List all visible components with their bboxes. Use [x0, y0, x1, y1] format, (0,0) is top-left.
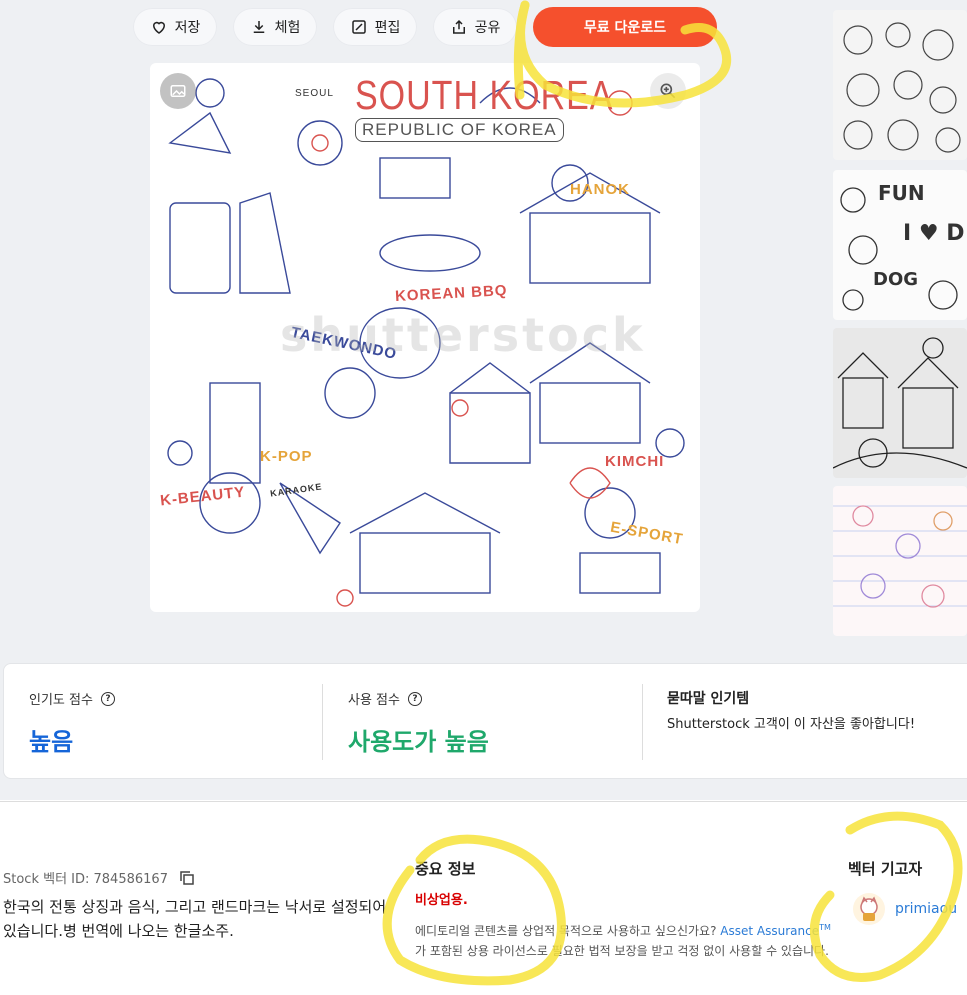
important-info-body: 에디토리얼 콘텐츠를 상업적 목적으로 사용하고 싶으신가요? Asset As… [415, 918, 835, 961]
contributor-title: 벡터 기고자 [848, 860, 923, 878]
main-asset-image[interactable]: SOUTH KOREA REPUBLIC OF KOREA SEOUL HANO… [150, 63, 700, 612]
svg-text:FUN: FUN [878, 181, 925, 205]
info-text-2: 가 포함된 상용 라이선스로 필요한 법적 보장을 받고 걱정 없이 사용할 수… [415, 944, 829, 958]
thumbnail-houses[interactable] [833, 328, 967, 478]
asset-stats-panel: 인기도 점수 ? 높음 사용 점수 ? 사용도가 높음 묻따말 인기템 Shut… [3, 663, 967, 779]
edit-label: 편집 [374, 20, 401, 36]
usage-value: 사용도가 높음 [348, 728, 489, 756]
info-text-1: 에디토리얼 콘텐츠를 상업적 목적으로 사용하고 싶으신가요? [415, 924, 721, 938]
trending-title: 묻따말 인기템 [667, 691, 750, 707]
usage-label-text: 사용 점수 [348, 693, 400, 708]
label-kimchi: KIMCHI [605, 453, 665, 470]
try-button[interactable]: 체험 [233, 8, 317, 46]
share-label: 공유 [474, 20, 501, 36]
trending-description: Shutterstock 고객이 이 자산을 좋아합니다! [667, 717, 916, 732]
label-kpop: K-POP [260, 448, 313, 465]
popularity-value: 높음 [29, 728, 74, 756]
popularity-label-text: 인기도 점수 [29, 693, 93, 708]
thumbnail-owls-art [843, 22, 961, 153]
divider [642, 684, 643, 760]
label-seoul: SEOUL [295, 88, 334, 99]
thumbnail-kids-paper[interactable] [833, 486, 967, 636]
asset-assurance-link[interactable]: Asset Assurance [720, 924, 819, 938]
svg-text:DOG: DOG [873, 269, 918, 290]
important-info-title: 중요 정보 [415, 860, 476, 878]
thumbnail-houses-art [833, 337, 967, 469]
try-label: 체험 [274, 20, 301, 36]
thumbnail-owls[interactable] [833, 10, 967, 160]
free-download-button[interactable]: 무료 다운로드 [533, 7, 717, 47]
share-button[interactable]: 공유 [433, 8, 517, 46]
section-divider [0, 801, 967, 802]
thumbnail-kids-art [833, 505, 967, 608]
share-icon [452, 19, 465, 34]
asset-description: 한국의 전통 상징과 음식, 그리고 랜드마크는 낙서로 설정되어 있습니다.병… [3, 898, 387, 940]
contributor[interactable]: primiaou [853, 893, 957, 925]
save-button[interactable]: 저장 [133, 8, 217, 46]
copy-icon[interactable] [178, 869, 196, 887]
edit-icon [351, 20, 366, 34]
avatar[interactable] [853, 893, 885, 925]
stock-id-text: Stock 벡터 ID: 784586167 [3, 872, 168, 887]
heart-icon [152, 21, 165, 34]
image-icon[interactable] [160, 73, 196, 109]
edit-button[interactable]: 편집 [333, 8, 417, 46]
zoom-icon[interactable] [650, 73, 686, 109]
thumbnail-fun-dogs[interactable]: FUN I ♥ D DOG [833, 170, 967, 320]
illustration-subtitle: REPUBLIC OF KOREA [355, 118, 564, 142]
contributor-name[interactable]: primiaou [895, 901, 957, 917]
thumbnail-dogs-art: FUN I ♥ D DOG [840, 181, 965, 311]
illustration-title: SOUTH KOREA [355, 73, 614, 119]
stock-id: Stock 벡터 ID: 784586167 [3, 868, 196, 887]
watermark: shutterstock [280, 308, 646, 362]
popularity-label: 인기도 점수 ? [29, 689, 115, 708]
noncommercial-label: 비상업용. [415, 893, 468, 908]
save-label: 저장 [174, 20, 201, 36]
divider [322, 684, 323, 760]
download-icon [253, 21, 264, 33]
label-hanok: HANOK [570, 181, 630, 198]
svg-text:I ♥ D: I ♥ D [903, 221, 965, 246]
usage-label: 사용 점수 ? [348, 689, 422, 708]
trademark: TM [819, 923, 831, 932]
help-icon[interactable]: ? [100, 691, 115, 706]
help-icon[interactable]: ? [407, 691, 422, 706]
